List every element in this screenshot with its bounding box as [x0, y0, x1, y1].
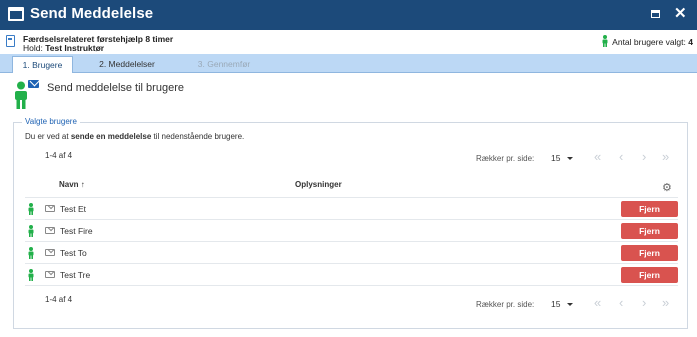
table-row: Test Tre Fjern — [25, 264, 678, 286]
intro-before: Du er ved at — [25, 132, 71, 141]
team-line: Hold: Test Instruktør — [23, 43, 104, 53]
rows-per-page-label-bottom: Rækker pr. side: — [476, 300, 535, 309]
prev-page-icon[interactable]: ‹ — [619, 296, 623, 309]
mail-icon — [28, 80, 39, 88]
mail-icon — [45, 227, 55, 234]
table-row: Test Et Fjern — [25, 198, 678, 220]
remove-button[interactable]: Fjern — [621, 245, 678, 261]
mail-icon — [45, 249, 55, 256]
users-selected: Antal brugere valgt: 4 — [602, 35, 693, 47]
close-icon[interactable]: ✕ — [674, 5, 687, 23]
rows-per-page-label-top: Rækker pr. side: — [476, 154, 535, 163]
mail-icon — [45, 271, 55, 278]
sort-ascending-icon: ↑ — [80, 180, 85, 189]
mail-icon — [45, 205, 55, 212]
user-name: Test Tre — [60, 270, 91, 280]
first-page-icon[interactable]: « — [594, 296, 601, 309]
remove-button[interactable]: Fjern — [621, 201, 678, 217]
page-title: Send meddelelse til brugere — [47, 82, 184, 94]
person-icon — [28, 225, 34, 237]
first-page-icon[interactable]: « — [594, 150, 601, 163]
section-intro: Du er ved at sende en meddelelse til ned… — [25, 132, 244, 141]
rows-per-page-select-bottom[interactable]: 15 — [551, 299, 574, 309]
users-selected-label: Antal brugere valgt: — [612, 37, 686, 47]
intro-after: til nedenstående brugere. — [151, 132, 245, 141]
window-title: Send Meddelelse — [30, 5, 154, 22]
next-page-icon[interactable]: › — [642, 150, 646, 163]
pager-count-bottom: 1-4 af 4 — [45, 295, 73, 304]
remove-button[interactable]: Fjern — [621, 267, 678, 283]
tab-gennemfor: 3. Gennemfør — [197, 59, 251, 69]
column-header-name[interactable]: Navn ↑ — [59, 180, 85, 189]
course-info-bar: Færdselsrelateret førstehjælp 8 timer Ho… — [0, 30, 697, 54]
team-value: Test Instruktør — [45, 43, 105, 53]
column-name-label: Navn — [59, 180, 79, 189]
user-name: Test Et — [60, 204, 86, 214]
column-header-info: Oplysninger — [295, 180, 342, 189]
user-name: Test To — [60, 248, 87, 258]
remove-button[interactable]: Fjern — [621, 223, 678, 239]
maximize-icon[interactable] — [651, 10, 660, 18]
rows-per-page-value: 15 — [551, 153, 561, 163]
tab-meddelelser[interactable]: 2. Meddelelser — [96, 56, 158, 73]
selected-users-section: Valgte brugere Du er ved at sende en med… — [13, 117, 688, 329]
person-icon — [15, 81, 27, 109]
rows-per-page-value: 15 — [551, 299, 561, 309]
course-icon — [6, 35, 15, 47]
section-legend: Valgte brugere — [22, 117, 80, 126]
intro-bold: sende en meddelelse — [70, 132, 152, 141]
person-icon — [28, 247, 34, 259]
next-page-icon[interactable]: › — [642, 296, 646, 309]
prev-page-icon[interactable]: ‹ — [619, 150, 623, 163]
person-icon — [28, 269, 34, 281]
users-selected-count: 4 — [688, 37, 693, 47]
gear-icon[interactable]: ⚙ — [662, 181, 672, 194]
rows-per-page-select-top[interactable]: 15 — [551, 153, 574, 163]
last-page-icon[interactable]: » — [662, 150, 669, 163]
table-row: Test To Fjern — [25, 242, 678, 264]
table-row: Test Fire Fjern — [25, 220, 678, 242]
window-titlebar: Send Meddelelse ✕ — [0, 0, 697, 30]
person-icon — [602, 35, 608, 47]
window-icon — [8, 7, 24, 21]
chevron-down-icon — [567, 303, 574, 306]
team-label: Hold: — [23, 43, 43, 53]
wizard-tabs: 1. Brugere 2. Meddelelser 3. Gennemfør — [0, 54, 697, 73]
last-page-icon[interactable]: » — [662, 296, 669, 309]
person-icon — [28, 203, 34, 215]
user-name: Test Fire — [60, 226, 93, 236]
pager-count-top: 1-4 af 4 — [45, 151, 73, 160]
chevron-down-icon — [567, 157, 574, 160]
tab-brugere[interactable]: 1. Brugere — [12, 56, 73, 73]
